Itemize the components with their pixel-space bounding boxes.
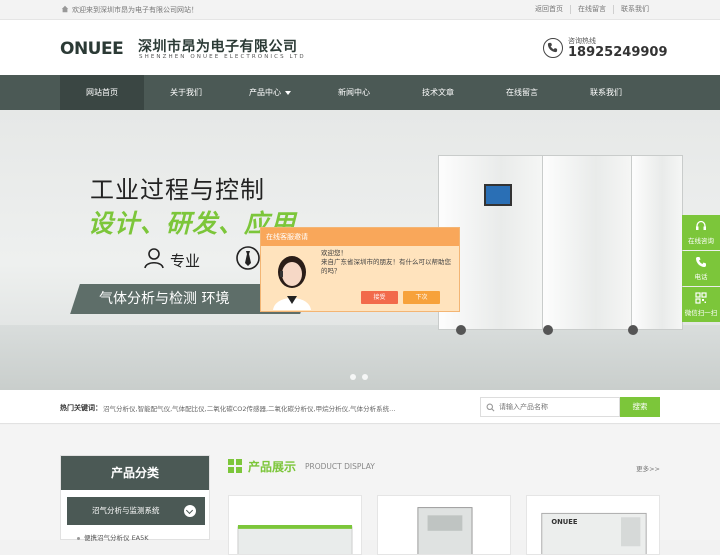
float-label: 微信扫一扫 [684,309,718,317]
nav-message[interactable]: 在线留言 [480,75,564,110]
carousel-dot[interactable] [362,374,368,380]
hot-keywords[interactable]: 沼气分析仪,智能配气仪,气体配比仪,二氧化碳CO2传感器,二氧化碳分析仪,甲烷分… [103,403,418,413]
chat-header: 在线客服邀请 [261,228,459,246]
search-input[interactable] [499,400,614,414]
product-card[interactable]: ONUEE [526,495,660,555]
chat-accept-button[interactable]: 接受 [361,291,398,304]
nav-products[interactable]: 产品中心 [228,75,312,110]
product-image: ONUEE [541,512,647,554]
float-label: 电话 [694,273,708,281]
main-nav: 网站首页 关于我们 产品中心 新闻中心 技术文章 在线留言 联系我们 [0,75,720,110]
product-image [417,507,473,554]
nav-articles[interactable]: 技术文章 [396,75,480,110]
nav-about[interactable]: 关于我们 [144,75,228,110]
product-display-title: 产品展示 [248,460,297,474]
float-label: 在线咨询 [688,237,714,245]
floating-contact-bar: 在线咨询 电话 微信扫一扫 [682,215,720,323]
more-link[interactable]: 更多>> [636,463,660,473]
qrcode-icon [695,292,707,304]
category-item-label: 沼气分析与监测系统 [92,506,160,515]
banner-feature-label: 专业 [170,252,201,270]
top-links: 返回首页 在线留言 联系我们 [528,5,656,14]
cabinet-panel [631,155,683,330]
home-icon [61,5,69,13]
top-link-home[interactable]: 返回首页 [528,5,570,14]
category-title: 产品分类 [61,456,209,490]
float-phone[interactable]: 电话 [682,251,720,286]
hotline-number: 18925249909 [568,45,668,60]
category-sub-item[interactable]: 便携沼气分析仪 EA5K [77,532,149,542]
banner-ribbon-text: 气体分析与检测 环境 [99,291,230,307]
chevron-down-icon[interactable] [184,505,196,517]
top-link-contact[interactable]: 联系我们 [613,5,656,14]
chat-message: 欢迎您！ 来自广东省深圳市的朋友！有什么可以帮助您的吗？ [321,249,456,276]
carousel-dots [350,374,374,380]
welcome-text: 欢迎来到深圳市昂为电子有限公司网站！ [72,6,198,14]
product-card[interactable] [228,495,362,555]
search-button[interactable]: 搜索 [620,397,660,417]
cabinet-screen [484,184,512,206]
tie-icon [236,246,260,270]
company-logo[interactable]: ONUEE 深圳市昂为电子有限公司 SHENZHEN ONUEE ELECTRO… [60,35,310,63]
cabinet-panel [542,155,632,330]
nav-contact[interactable]: 联系我们 [564,75,648,110]
logo-mark: ONUEE [60,39,124,59]
chat-body: 来自广东省深圳市的朋友！有什么可以帮助您的吗？ [321,258,451,275]
hotline: 咨询热线 18925249909 [543,34,668,66]
product-card[interactable] [377,495,511,555]
cabinet-wheel [543,325,553,335]
chat-later-button[interactable]: 下次 [403,291,440,304]
float-wechat[interactable]: 微信扫一扫 [682,287,720,322]
product-image [237,525,353,554]
cabinet-wheel [628,325,638,335]
product-display-title-en: PRODUCT DISPLAY [305,462,375,471]
analyzer-cabinet-image [438,155,683,335]
top-bar: 欢迎来到深圳市昂为电子有限公司网站！ 返回首页 在线留言 联系我们 [0,0,720,20]
category-panel: 产品分类 沼气分析与监测系统 便携沼气分析仪 EA5K [60,455,210,542]
nav-home[interactable]: 网站首页 [60,75,144,110]
hot-keywords-label: 热门关键词： [60,404,102,412]
user-icon [144,248,164,269]
chat-invite-popup: 在线客服邀请 欢迎您！ 来自广东省深圳市的朋友！有什么可以帮助您的吗？ 接受 下… [260,227,460,312]
cabinet-wheel [456,325,466,335]
category-item-biogas[interactable]: 沼气分析与监测系统 [67,497,205,525]
agent-avatar [269,252,315,310]
chat-greeting: 欢迎您！ [321,249,347,257]
phone-icon [543,38,563,58]
search-box [480,397,620,417]
product-display-header: 产品展示 PRODUCT DISPLAY 更多>> [228,457,660,475]
carousel-dot[interactable] [350,374,356,380]
nav-news[interactable]: 新闻中心 [312,75,396,110]
company-name-en: SHENZHEN ONUEE ELECTRONICS LTD [139,54,306,60]
banner-title: 工业过程与控制 [90,176,265,204]
grid-icon [228,459,242,473]
headset-icon [696,220,706,230]
svg-text:ONUEE: ONUEE [551,518,577,526]
site-header: ONUEE 深圳市昂为电子有限公司 SHENZHEN ONUEE ELECTRO… [0,20,720,75]
top-link-message[interactable]: 在线留言 [570,5,613,14]
content-area: 产品分类 沼气分析与监测系统 便携沼气分析仪 EA5K 产品展示 PRODUCT… [0,425,720,555]
nav-products-label: 产品中心 [249,88,281,97]
caret-down-icon [285,90,291,95]
float-online-consult[interactable]: 在线咨询 [682,215,720,250]
phone-icon [696,257,706,267]
search-icon [486,403,495,412]
search-row: 热门关键词： 沼气分析仪,智能配气仪,气体配比仪,二氧化碳CO2传感器,二氧化碳… [0,390,720,424]
company-name-cn: 深圳市昂为电子有限公司 [138,39,298,55]
